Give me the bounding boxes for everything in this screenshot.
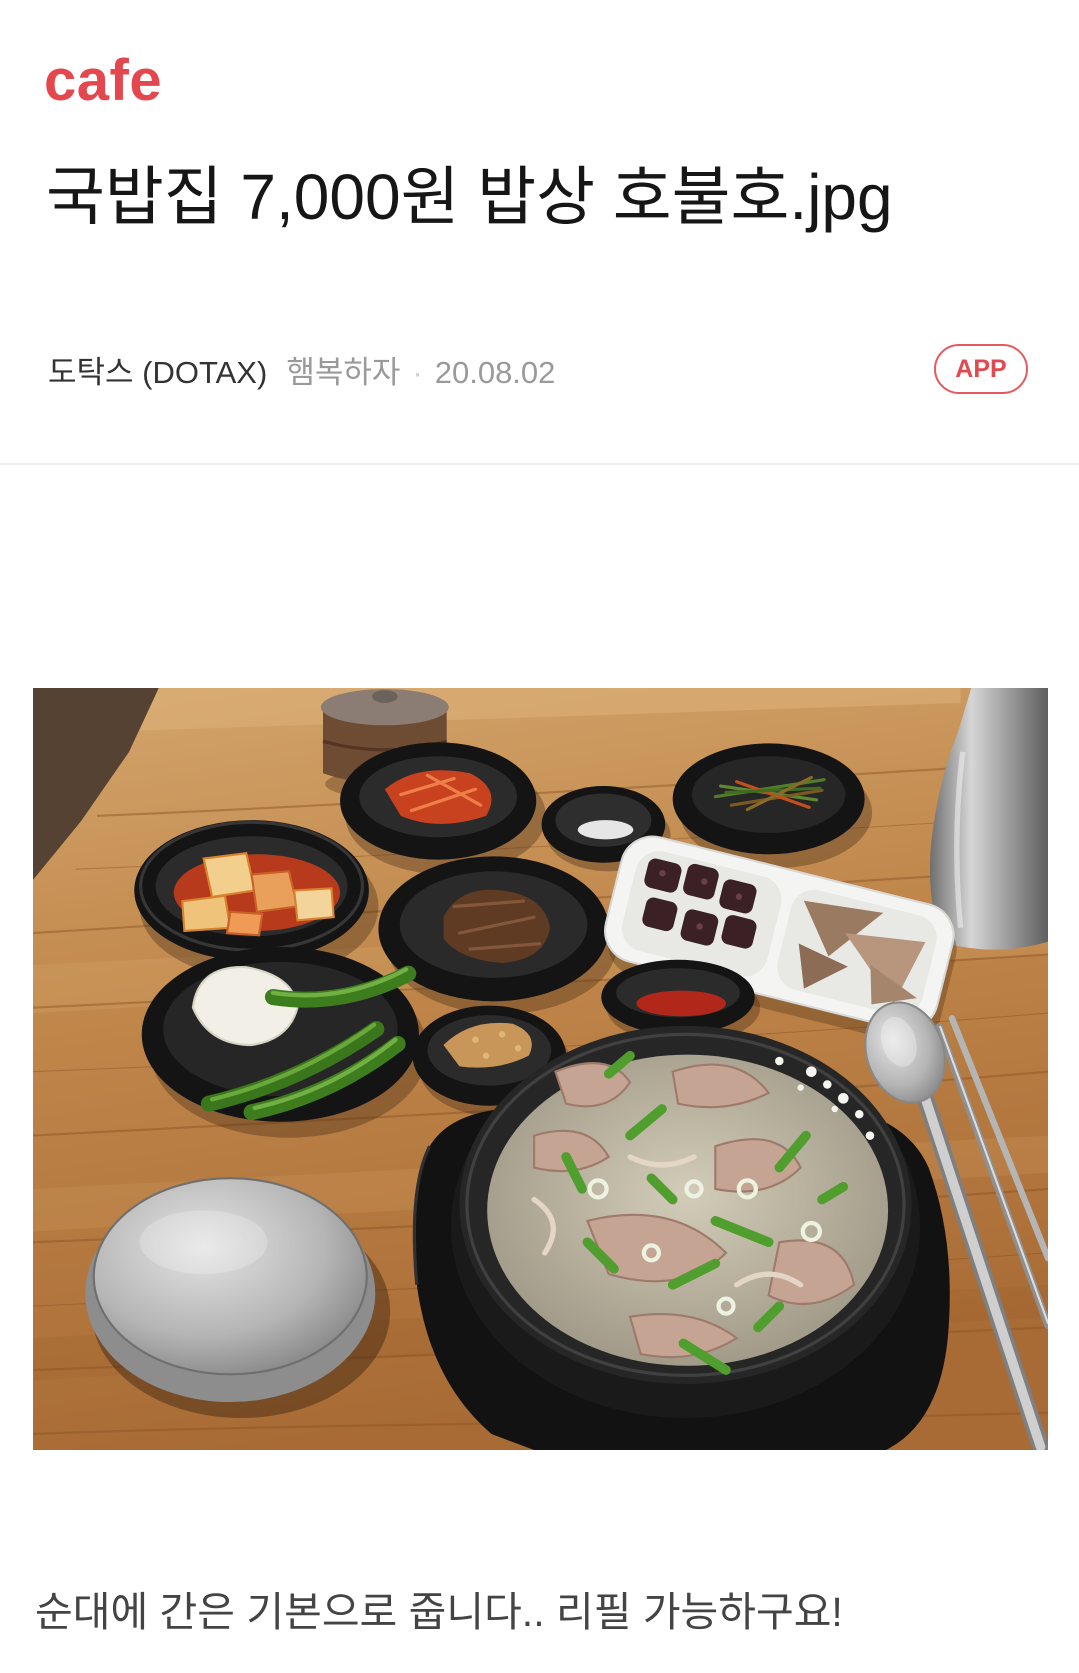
- food-photo-illustration: [33, 688, 1048, 1450]
- post-caption: 순대에 간은 기본으로 줍니다.. 리필 가능하구요!: [35, 1589, 843, 1635]
- cafe-name-link[interactable]: 도탁스 (DOTAX): [48, 353, 267, 393]
- post-date: 20.08.02: [434, 355, 556, 390]
- post-meta: 도탁스 (DOTAX) 햄복하자 · 20.08.02: [48, 353, 555, 393]
- open-in-app-button[interactable]: APP: [934, 344, 1028, 394]
- meta-separator-dot: ·: [412, 355, 423, 390]
- author-name: 햄복하자: [286, 355, 401, 390]
- header-divider: [0, 463, 1079, 465]
- post-title: 국밥집 7,000원 밥상 호불호.jpg: [46, 161, 893, 233]
- post-photo[interactable]: [33, 688, 1048, 1450]
- cafe-logo[interactable]: cafe: [44, 52, 162, 110]
